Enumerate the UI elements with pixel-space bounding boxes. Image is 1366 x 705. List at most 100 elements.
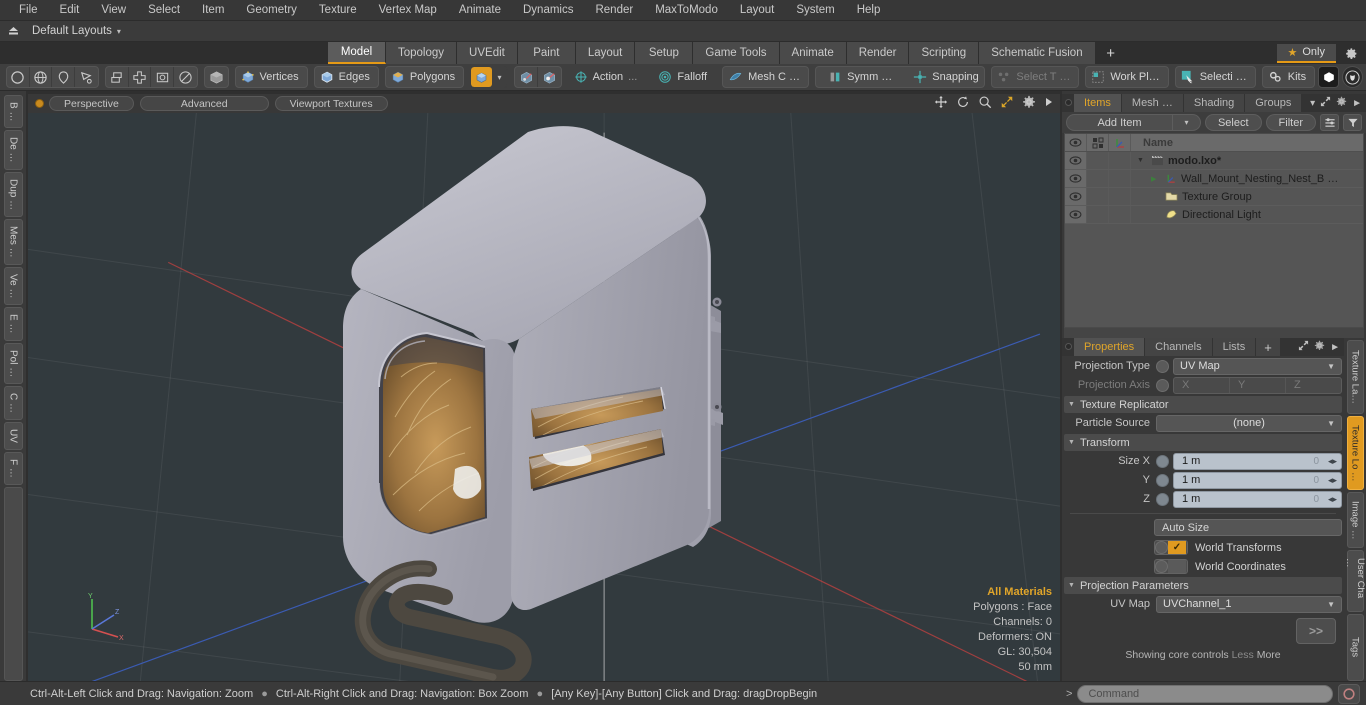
- list-item[interactable]: ▶ Wall_Mount_Nesting_Nest_B …: [1131, 173, 1363, 185]
- play-icon[interactable]: [1044, 96, 1054, 111]
- menu-item-texture[interactable]: Texture: [308, 0, 368, 21]
- filter-funnel-icon[interactable]: [1343, 114, 1362, 131]
- world-transforms-checkbox[interactable]: ✓: [1154, 540, 1188, 555]
- row-grid-cell[interactable]: [1087, 152, 1109, 169]
- uv-map-select[interactable]: UVChannel_1 ▼: [1156, 595, 1342, 613]
- tab-items[interactable]: Items: [1074, 94, 1122, 112]
- items-tree-scrollbar[interactable]: [1064, 328, 1364, 338]
- nesting-box-model[interactable]: [323, 117, 763, 681]
- layout-selector[interactable]: Default Layouts ▾: [26, 21, 127, 41]
- row-eye-icon[interactable]: [1065, 152, 1087, 169]
- axis-gizmo[interactable]: Y X Z: [76, 589, 128, 642]
- kits-button[interactable]: Kits: [1261, 66, 1316, 88]
- edges-mode-button[interactable]: Edges: [313, 66, 379, 88]
- select-button[interactable]: Select: [1204, 114, 1262, 131]
- symmetry-button[interactable]: Symm …: [822, 67, 901, 87]
- menu-item-vertex-map[interactable]: Vertex Map: [368, 0, 448, 21]
- texture-replicator-section[interactable]: ▼ Texture Replicator: [1064, 396, 1342, 413]
- polygons-mode-button[interactable]: Polygons: [384, 66, 465, 88]
- table-row[interactable]: Texture Group: [1065, 188, 1363, 206]
- auto-size-button[interactable]: Auto Size: [1154, 519, 1342, 536]
- items-tree[interactable]: Name ▼ modo.lxo* ▶ Wall_Mount_Nesting_Ne…: [1064, 133, 1364, 328]
- unreal-engine-icon[interactable]: [1342, 66, 1363, 88]
- core-hint-less[interactable]: Less: [1232, 649, 1254, 661]
- right-tab-image[interactable]: Image …: [1346, 492, 1364, 548]
- menu-item-view[interactable]: View: [90, 0, 137, 21]
- tab-groups[interactable]: Groups: [1245, 94, 1303, 112]
- add-item-caret-icon[interactable]: ▾: [1172, 114, 1201, 131]
- left-tab-duplicate[interactable]: Dup …: [3, 172, 23, 218]
- left-tab-polygon[interactable]: Pol …: [3, 342, 23, 384]
- gear-icon[interactable]: [1022, 95, 1036, 112]
- tab-layout[interactable]: Layout: [575, 42, 636, 64]
- tab-animate[interactable]: Animate: [779, 42, 847, 64]
- row-axis-cell[interactable]: [1109, 206, 1131, 223]
- tab-schematic-fusion[interactable]: Schematic Fusion: [979, 42, 1096, 64]
- add-tab-button[interactable]: +: [1096, 42, 1126, 64]
- left-tab-uv[interactable]: UV: [3, 421, 23, 450]
- play-icon[interactable]: ►: [1352, 98, 1362, 109]
- viewport-camera-selector[interactable]: Perspective: [49, 96, 134, 111]
- transform-section[interactable]: ▼ Transform: [1064, 434, 1342, 451]
- list-item[interactable]: Texture Group: [1131, 191, 1363, 203]
- left-tab-edge[interactable]: E …: [3, 307, 23, 341]
- row-axis-cell[interactable]: [1109, 170, 1131, 187]
- tab-game-tools[interactable]: Game Tools: [693, 42, 780, 64]
- modo-logo-icon[interactable]: [1318, 66, 1340, 88]
- grid-icon[interactable]: [1087, 134, 1109, 151]
- axis-x-button[interactable]: X: [1174, 377, 1230, 393]
- tab-setup[interactable]: Setup: [635, 42, 694, 64]
- particle-source-select[interactable]: (none) ▼: [1156, 414, 1342, 432]
- projection-type-radio[interactable]: [1156, 359, 1169, 373]
- right-tab-user-channels[interactable]: User Cha …: [1344, 550, 1366, 612]
- list-item[interactable]: Directional Light: [1131, 209, 1363, 221]
- left-tab-vertex[interactable]: Ve …: [3, 266, 23, 306]
- work-plane-button[interactable]: Work Pl…: [1085, 66, 1169, 88]
- tab-paint[interactable]: Paint: [517, 42, 576, 64]
- menu-item-item[interactable]: Item: [191, 0, 235, 21]
- size-y-knob[interactable]: [1156, 473, 1169, 487]
- viewport-textures-selector[interactable]: Viewport Textures: [274, 96, 388, 111]
- zoom-icon[interactable]: [978, 95, 992, 112]
- snapping-button[interactable]: Snapping: [907, 67, 984, 87]
- tab-scripting[interactable]: Scripting: [909, 42, 980, 64]
- tab-properties[interactable]: Properties: [1074, 338, 1146, 356]
- size-z-input[interactable]: 1 m 0 ◂▸: [1173, 490, 1342, 508]
- only-toggle-button[interactable]: ★ Only: [1276, 43, 1336, 63]
- action-center-button[interactable]: Action ...: [568, 66, 647, 88]
- table-row[interactable]: ▼ modo.lxo*: [1065, 152, 1363, 170]
- menu-item-dynamics[interactable]: Dynamics: [512, 0, 584, 21]
- rotate-axis-icon[interactable]: [538, 67, 561, 87]
- menu-item-maxtomodo[interactable]: MaxToModo: [644, 0, 729, 21]
- panel-menu-dot-icon[interactable]: [1065, 343, 1072, 350]
- row-axis-cell[interactable]: [1109, 152, 1131, 169]
- size-z-knob[interactable]: [1156, 492, 1169, 506]
- select-through-button[interactable]: Select T …: [991, 66, 1080, 88]
- menu-item-animate[interactable]: Animate: [448, 0, 512, 21]
- tab-topology[interactable]: Topology: [386, 42, 458, 64]
- add-properties-tab-button[interactable]: +: [1256, 338, 1281, 356]
- row-eye-icon[interactable]: [1065, 206, 1087, 223]
- row-grid-cell[interactable]: [1087, 206, 1109, 223]
- lasso-icon[interactable]: [75, 67, 98, 87]
- command-input[interactable]: Command: [1077, 684, 1333, 703]
- row-eye-icon[interactable]: [1065, 170, 1087, 187]
- move-icon[interactable]: [934, 95, 948, 112]
- expand-icon[interactable]: [1320, 96, 1331, 110]
- size-y-spinner-icon[interactable]: ◂▸: [1328, 475, 1337, 486]
- projection-parameters-section[interactable]: ▼ Projection Parameters: [1064, 577, 1342, 594]
- tab-channels[interactable]: Channels: [1145, 338, 1213, 356]
- viewport-options-dot-icon[interactable]: [36, 100, 43, 107]
- world-coordinates-checkbox[interactable]: [1154, 559, 1188, 574]
- row-eye-icon[interactable]: [1065, 188, 1087, 205]
- play-icon[interactable]: ►: [1330, 342, 1340, 353]
- square-icon[interactable]: [151, 67, 175, 87]
- menu-item-select[interactable]: Select: [137, 0, 191, 21]
- mesh-constraint-button[interactable]: Mesh C …: [722, 66, 810, 88]
- selected-mode-cube-icon[interactable]: [471, 67, 492, 87]
- 3d-viewport[interactable]: All Materials Polygons : Face Channels: …: [28, 113, 1060, 681]
- vertices-mode-button[interactable]: Vertices: [234, 66, 308, 88]
- menu-item-geometry[interactable]: Geometry: [235, 0, 308, 21]
- ellipse-icon[interactable]: [174, 67, 197, 87]
- table-row[interactable]: ▶ Wall_Mount_Nesting_Nest_B …: [1065, 170, 1363, 188]
